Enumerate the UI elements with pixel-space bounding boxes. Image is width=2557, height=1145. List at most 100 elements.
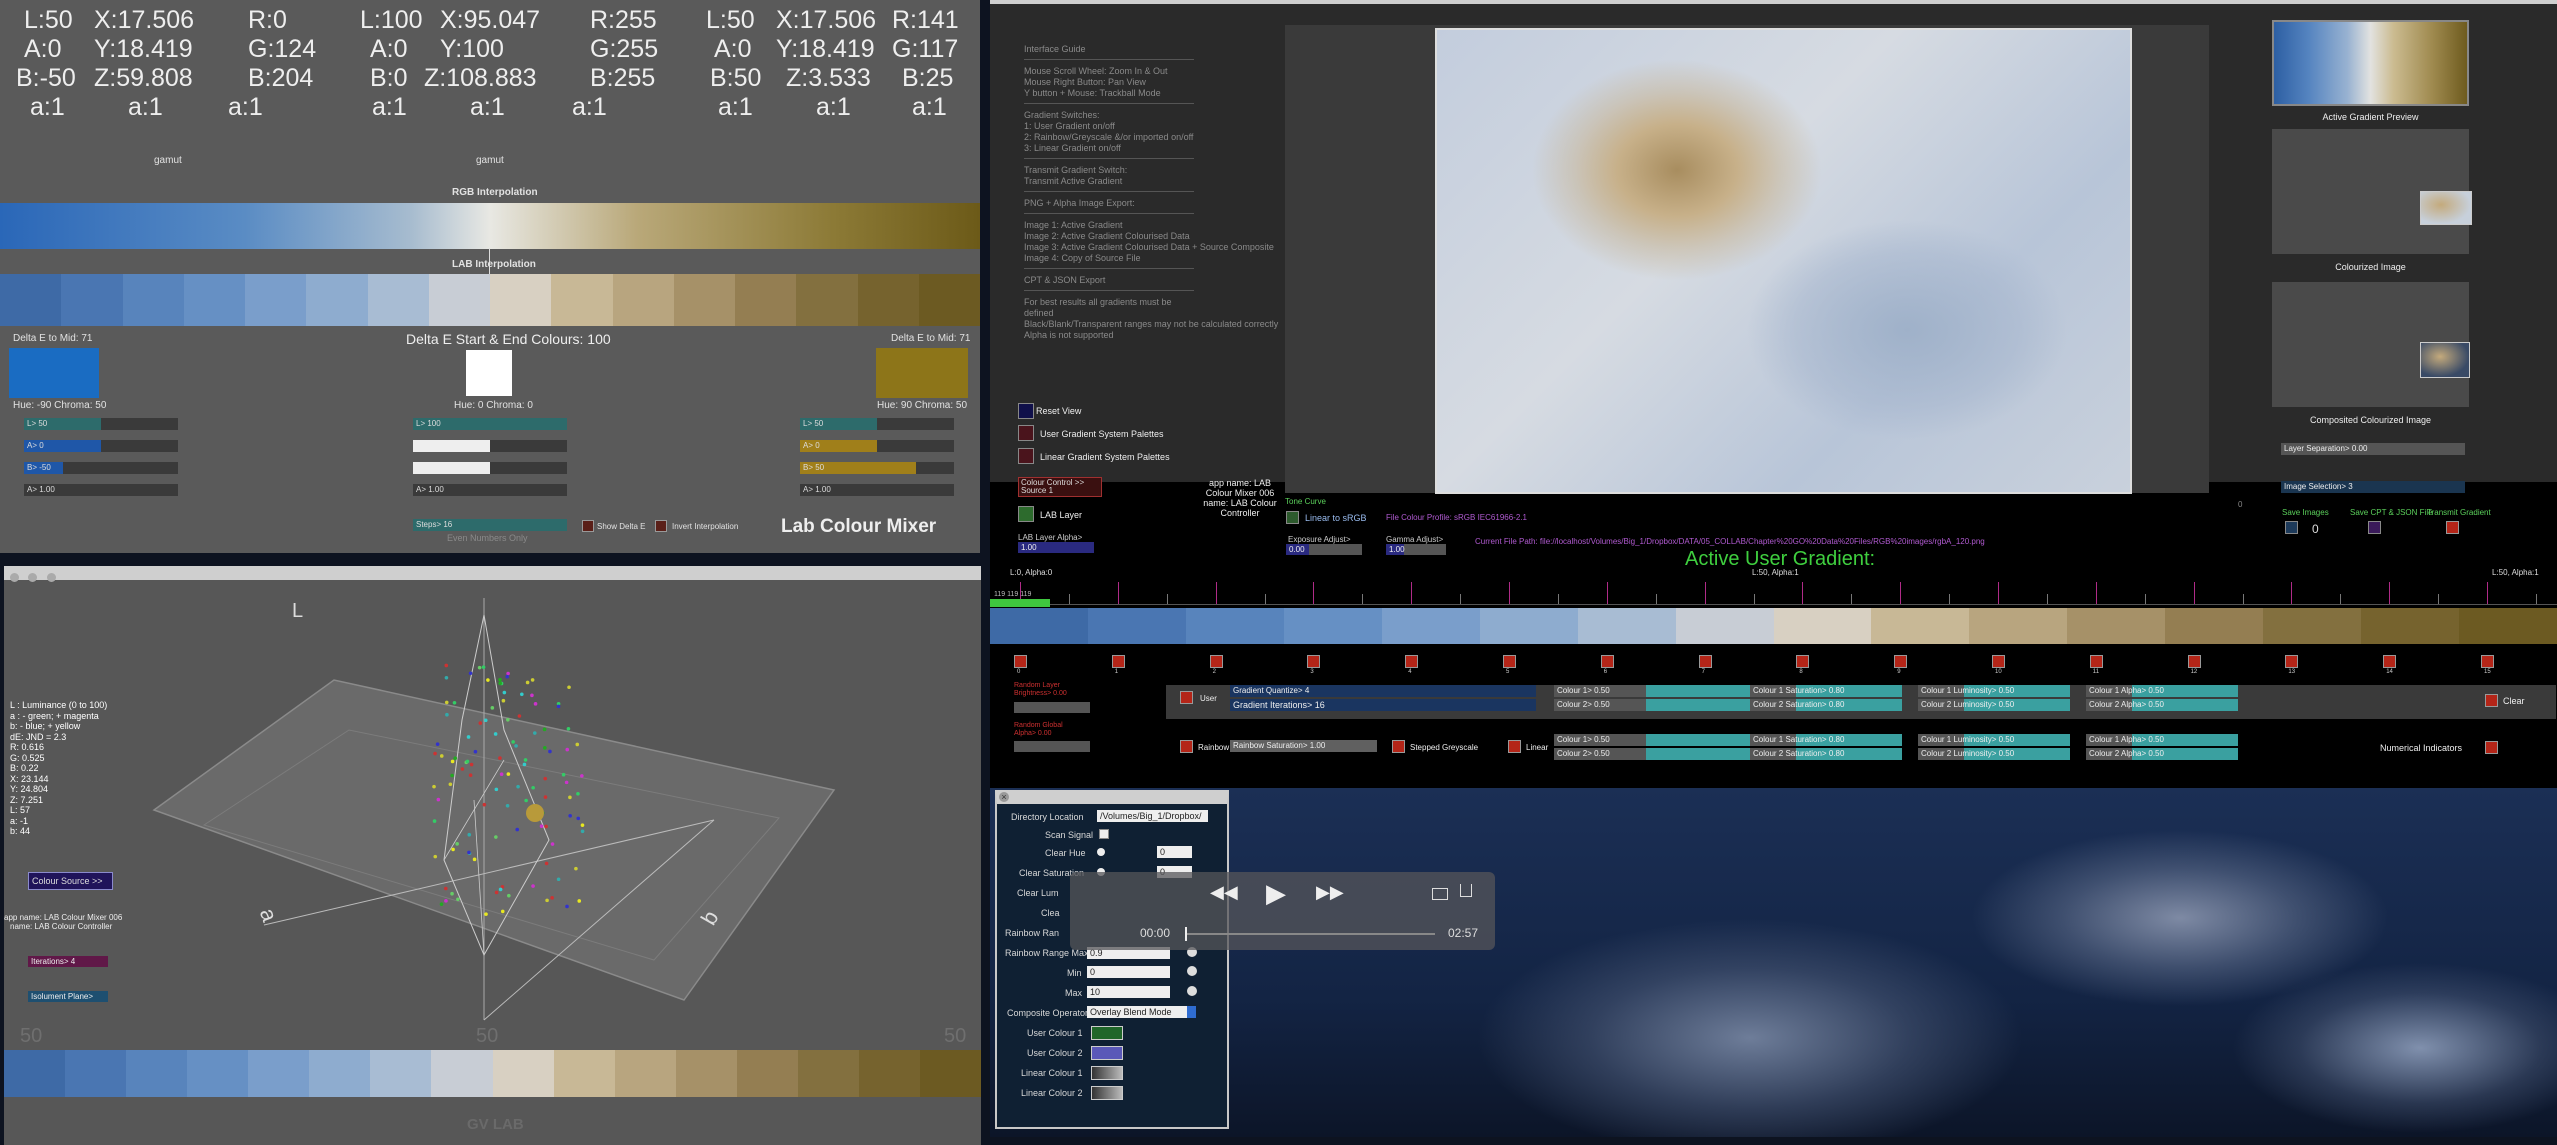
gradient-tick-ruler[interactable] (990, 582, 2557, 606)
colourized-data-image[interactable] (1435, 28, 2132, 494)
gradient-param-slider[interactable]: Colour 1 Alpha> 0.50 (2086, 685, 2238, 697)
lab-layer-toggle[interactable] (1018, 506, 1034, 522)
gradient-param-slider[interactable]: Colour 1 Saturation> 0.80 (1750, 734, 1902, 746)
stepper-icon[interactable] (1187, 986, 1197, 996)
close-icon[interactable]: × (999, 792, 1009, 802)
mixer-slider[interactable]: A> 0 (24, 440, 178, 452)
gamma-slider[interactable]: 1.00 (1386, 544, 1446, 555)
gradient-stop-toggle[interactable] (1307, 655, 1321, 668)
min-input[interactable]: 0 (1087, 966, 1170, 978)
directory-input[interactable]: /Volumes/Big_1/Dropbox/ (1097, 810, 1208, 822)
gradient-stop-toggle[interactable] (2187, 655, 2201, 668)
reset-view-button[interactable] (1018, 403, 1034, 419)
gradient-param-slider[interactable]: Colour 1 Luminosity> 0.50 (1918, 734, 2070, 746)
chevron-down-icon[interactable] (1187, 1006, 1196, 1018)
gradient-stop-toggle[interactable] (1600, 655, 1614, 668)
linear-srgb-toggle[interactable] (1286, 511, 1299, 524)
rewind-icon[interactable]: ◀◀ (1210, 882, 1238, 903)
mixer-slider[interactable]: L> 50 (24, 418, 178, 430)
gradient-stop-toggle[interactable] (2089, 655, 2103, 668)
gradient-stop-toggle[interactable] (1698, 655, 1712, 668)
gradient-param-slider[interactable]: Colour 1 Alpha> 0.50 (2086, 734, 2238, 746)
mixer-slider[interactable]: B> -50 (24, 462, 178, 474)
mixer-slider[interactable]: A> 1.00 (800, 484, 954, 496)
layer-separation-slider[interactable]: Layer Separation> 0.00 (2281, 443, 2465, 455)
fast-forward-icon[interactable]: ▶▶ (1316, 882, 1344, 903)
gradient-stop-toggle[interactable] (1894, 655, 1908, 668)
gradient-stop-toggle[interactable] (1405, 655, 1419, 668)
mid-colour-swatch[interactable] (466, 350, 512, 396)
gradient-param-slider[interactable]: Colour 2 Alpha> 0.50 (2086, 699, 2238, 711)
save-images-button[interactable] (2285, 521, 2298, 534)
airplay-icon[interactable] (1432, 888, 1448, 900)
colourized-image-thumb[interactable] (2272, 129, 2472, 254)
isolument-plane-slider[interactable]: Isolument Plane> 0.00 (28, 991, 108, 1002)
gradient-stop-toggle[interactable] (2481, 655, 2494, 668)
gradient-stop-toggle[interactable] (1992, 655, 2005, 668)
linear-colour-2-swatch[interactable] (1091, 1086, 1123, 1100)
gradient-stop-toggle[interactable] (1014, 655, 1027, 668)
end-colour-swatch[interactable] (876, 348, 968, 398)
lab-3d-viewer-window[interactable]: L a b L : Luminance (0 to 100) a : - gree… (4, 566, 981, 1145)
gradient-param-slider[interactable]: Colour 2 Alpha> 0.50 (2086, 748, 2238, 760)
share-icon[interactable] (1460, 884, 1472, 897)
image-selection-slider[interactable]: Image Selection> 3 (2281, 481, 2465, 493)
mixer-slider[interactable]: L> 100 (413, 418, 567, 430)
mixer-slider[interactable] (413, 462, 567, 474)
active-user-gradient-bar[interactable] (990, 608, 2557, 644)
gradient-stop-toggle[interactable] (1796, 655, 1810, 668)
gradient-param-slider[interactable]: Colour 2 Luminosity> 0.50 (1918, 699, 2070, 711)
random-layer-slider[interactable] (1014, 702, 1090, 713)
iterations-slider[interactable]: Iterations> 4 (28, 956, 108, 967)
user-colour-2-swatch[interactable] (1091, 1046, 1123, 1060)
clear-hue-input[interactable]: 0 (1157, 846, 1192, 858)
numerical-indicators-toggle[interactable] (2485, 741, 2498, 754)
mixer-slider[interactable]: A> 0 (800, 440, 954, 452)
exposure-slider[interactable]: 0.00 (1286, 544, 1362, 555)
lab-3d-plot[interactable] (4, 580, 981, 1060)
clear-button[interactable] (2485, 694, 2498, 707)
gradient-param-slider[interactable]: Colour 1 Luminosity> 0.50 (1918, 685, 2070, 697)
gradient-stop-toggle[interactable] (1209, 655, 1223, 668)
mixer-slider[interactable]: L> 50 (800, 418, 954, 430)
rainbow-toggle[interactable] (1180, 740, 1193, 753)
max-input[interactable]: 10 (1087, 986, 1170, 998)
gradient-iterations-slider[interactable]: Gradient Iterations> 16 (1230, 699, 1536, 711)
mixer-slider[interactable]: A> 1.00 (413, 484, 567, 496)
gradient-stop-toggle[interactable] (1111, 655, 1125, 668)
scrubber-track[interactable] (1185, 927, 1435, 941)
linear-palettes-button[interactable] (1018, 448, 1034, 464)
stepper-icon[interactable] (1187, 966, 1197, 976)
invert-interpolation-checkbox[interactable] (655, 520, 667, 532)
random-global-slider[interactable] (1014, 741, 1090, 752)
mixer-slider[interactable]: B> 50 (800, 462, 954, 474)
gradient-stop-toggle[interactable] (1503, 655, 1516, 668)
scan-checkbox[interactable] (1099, 829, 1109, 839)
gradient-position-indicator[interactable] (990, 599, 1050, 607)
colour-source-button[interactable]: Colour Source >> (28, 872, 113, 890)
gradient-param-slider[interactable]: Colour 1 Saturation> 0.80 (1750, 685, 1902, 697)
colour-control-button[interactable]: Colour Control >> Source 1 (1018, 477, 1102, 497)
gradient-param-slider[interactable]: Colour 2 Luminosity> 0.50 (1918, 748, 2070, 760)
start-colour-swatch[interactable] (9, 348, 99, 398)
transmit-gradient-button[interactable] (2446, 521, 2459, 534)
user-toggle[interactable] (1180, 691, 1193, 704)
gradient-param-slider[interactable]: Colour 2 Saturation> 0.80 (1750, 699, 1902, 711)
composited-image-thumb[interactable] (2272, 282, 2470, 407)
user-palettes-button[interactable] (1018, 425, 1034, 441)
rainbow-saturation-slider[interactable]: Rainbow Saturation> 1.00 (1230, 740, 1377, 752)
composite-operator-select[interactable]: Overlay Blend Mode (1087, 1006, 1190, 1018)
mixer-slider[interactable] (413, 440, 567, 452)
lab-alpha-slider[interactable]: 1.00 (1018, 542, 1094, 553)
gradient-stop-toggle[interactable] (2383, 655, 2397, 668)
mixer-slider[interactable]: A> 1.00 (24, 484, 178, 496)
steps-slider[interactable]: Steps> 16 (413, 519, 567, 531)
linear-toggle[interactable] (1508, 740, 1521, 753)
linear-colour-1-swatch[interactable] (1091, 1066, 1123, 1080)
clear-hue-slider[interactable] (1097, 848, 1105, 856)
scrubber-handle[interactable] (1185, 927, 1187, 941)
user-colour-1-swatch[interactable] (1091, 1026, 1123, 1040)
gradient-param-slider[interactable]: Colour 2 Saturation> 0.80 (1750, 748, 1902, 760)
gradient-stop-toggle[interactable] (2285, 655, 2299, 668)
stepped-greyscale-toggle[interactable] (1392, 740, 1405, 753)
